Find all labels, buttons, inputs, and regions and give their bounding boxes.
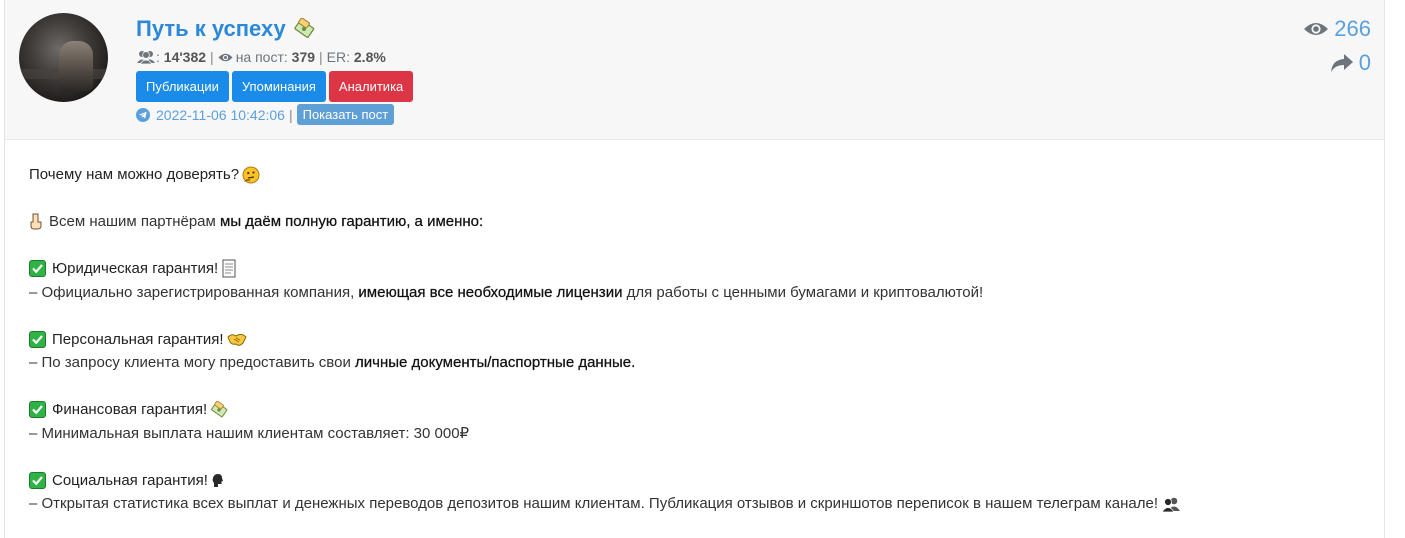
per-post-value: 379 [291, 49, 316, 65]
post-line: Всем нашим партнёрам мы даём полную гара… [29, 210, 1369, 234]
mentions-button[interactable]: Упоминания [231, 71, 326, 102]
shares-count: 0 [1358, 50, 1371, 75]
post-meta: 2022-11-06 10:42:06 | Показать пост [136, 104, 395, 125]
post-header: Путь к успеху : 14'382 | на пост: 379 | … [5, 0, 1384, 140]
money-scroll-icon [210, 400, 228, 419]
meta-separator: | [288, 106, 293, 123]
er-label: ER: [326, 49, 350, 65]
post-line: – Официально зарегистрированная компания… [29, 283, 984, 301]
post-datetime[interactable]: 2022-11-06 10:42:06 [156, 107, 285, 123]
post-card: Путь к успеху : 14'382 | на пост: 379 | … [4, 0, 1385, 538]
eye-icon [1303, 20, 1334, 38]
channel-avatar[interactable] [19, 13, 108, 102]
check-mark-icon [29, 401, 46, 419]
channel-stats: : 14'382 | на пост: 379 | ER: 2.8% [136, 48, 386, 66]
share-icon [1330, 53, 1359, 73]
check-mark-icon [29, 260, 46, 278]
check-mark-icon [29, 471, 46, 489]
views-count: 266 [1334, 16, 1371, 41]
title-row: Путь к успеху [136, 15, 315, 43]
post-line: – Минимальная выплата нашим клиентам сос… [29, 424, 470, 442]
users-icon [136, 50, 156, 64]
post-line: Юридическая гарантия! [29, 257, 1369, 281]
post-line: Финансовая гарантия! [29, 398, 1369, 422]
scroll-icon [221, 259, 237, 278]
post-line: – Открытая статистика всех выплат и дене… [29, 492, 1369, 516]
channel-title-link[interactable]: Путь к успеху [136, 15, 286, 43]
post-line: – По запросу клиента могу предоставить с… [29, 354, 636, 371]
avatar-person [59, 41, 93, 91]
analytics-button[interactable]: Аналитика [328, 71, 414, 102]
money-scroll-icon [293, 18, 315, 40]
handshake-icon [226, 331, 247, 347]
subscribers-count: 14'382 [163, 49, 207, 65]
post-line: Почему нам можно доверять? [29, 163, 1369, 187]
thinking-face-icon [242, 166, 260, 184]
publications-button[interactable]: Публикации [136, 71, 229, 102]
shares-counter: 0 [1303, 50, 1371, 76]
telegram-icon[interactable] [136, 107, 150, 122]
pointing-down-icon [29, 213, 43, 230]
show-post-button[interactable]: Показать пост [296, 104, 395, 125]
eye-icon [218, 52, 233, 63]
stats-separator: | [210, 49, 214, 65]
post-line: Персональная гарантия! [29, 328, 1369, 352]
post-line: Социальная гарантия! [29, 469, 1369, 493]
speaking-head-icon [211, 473, 225, 488]
post-text: Почему нам можно доверять? Всем нашим па… [29, 163, 1369, 516]
views-counter: 266 [1303, 16, 1371, 42]
channel-nav-buttons: Публикации Упоминания Аналитика [136, 71, 414, 102]
per-post-label: на пост: [235, 49, 288, 65]
er-value: 2.8% [353, 49, 386, 65]
check-mark-icon [29, 330, 46, 348]
post-counters: 266 0 [1303, 16, 1371, 84]
busts-icon [1161, 496, 1181, 512]
stats-separator: | [319, 49, 323, 65]
